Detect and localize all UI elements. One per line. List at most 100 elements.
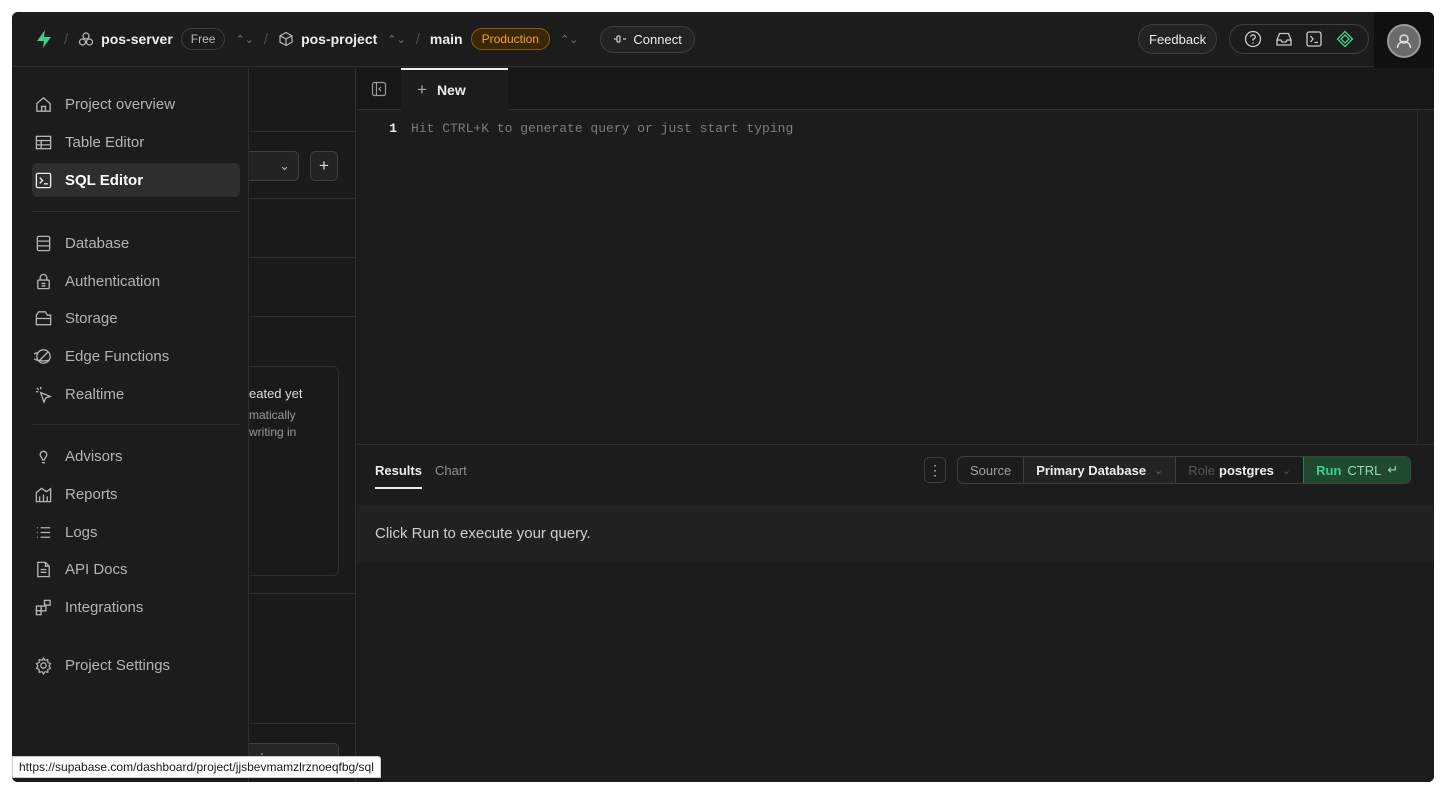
add-query-button[interactable]: +: [310, 151, 338, 181]
sidebar-item-reports[interactable]: Reports: [32, 477, 240, 511]
sidebar-item-table-editor[interactable]: Table Editor: [32, 125, 240, 159]
plus-icon: +: [417, 80, 427, 99]
run-button[interactable]: Run CTRL ↵: [1303, 457, 1411, 483]
sidebar-item-project-settings[interactable]: Project Settings: [32, 648, 240, 682]
org-chevron-icon: ⌃⌄: [235, 33, 254, 46]
editor-tab-bar: + New: [357, 68, 1434, 110]
sidebar-item-label: Edge Functions: [65, 347, 170, 365]
filter-dropdown[interactable]: ⌄: [249, 151, 299, 181]
project-name: pos-project: [301, 31, 378, 47]
sidebar-item-label: Database: [65, 234, 130, 252]
archive-icon: [35, 310, 52, 325]
run-label: Run: [1316, 462, 1342, 478]
terminal-icon[interactable]: [1305, 30, 1323, 48]
tab-chart[interactable]: Chart: [435, 463, 467, 478]
chevron-down-icon: ⌄: [1154, 464, 1164, 477]
plus-icon: +: [319, 156, 329, 175]
sidebar-item-authentication[interactable]: Authentication: [32, 264, 240, 298]
source-label: Source: [958, 457, 1025, 483]
results-panel: Results Chart ⋮ Source Primary Database …: [357, 444, 1434, 782]
database-selector[interactable]: Primary Database ⌄: [1024, 457, 1177, 483]
role-selector[interactable]: Role postgres ⌄: [1176, 457, 1303, 483]
lightbulb-icon: [39, 450, 48, 463]
tab-new-query[interactable]: + New: [401, 68, 508, 110]
home-icon: [36, 96, 51, 112]
code-line[interactable]: 1 Hit CTRL+K to generate query or just s…: [357, 118, 793, 138]
status-url: https://supabase.com/dashboard/project/j…: [12, 756, 381, 778]
sidebar-item-project-overview[interactable]: Project overview: [32, 87, 240, 121]
gear-icon: [35, 656, 52, 675]
sidebar-item-label: Storage: [65, 309, 118, 327]
org-icon: [79, 32, 94, 46]
line-number: 1: [389, 120, 397, 136]
sidebar-item-label: Advisors: [65, 447, 123, 465]
sidebar-item-realtime[interactable]: Realtime: [32, 377, 240, 411]
lock-icon: [37, 273, 50, 289]
sidebar-item-label: Project overview: [65, 95, 176, 113]
more-options-button[interactable]: ⋮: [924, 457, 946, 483]
role-value: postgres: [1219, 462, 1274, 478]
sidebar-item-integrations[interactable]: Integrations: [32, 590, 240, 624]
branch-selector[interactable]: main Production ⌃⌄: [430, 28, 579, 50]
org-selector[interactable]: pos-server Free ⌃⌄: [78, 28, 254, 50]
sidebar-item-database[interactable]: Database: [32, 226, 240, 260]
environment-badge: Production: [470, 28, 550, 50]
chevron-down-icon: ⌄: [1281, 464, 1292, 477]
supabase-logo-icon[interactable]: [34, 29, 54, 49]
feedback-label: Feedback: [1149, 31, 1207, 47]
sidebar-item-label: API Docs: [65, 560, 128, 578]
database-icon: [36, 235, 51, 251]
collapse-panel-button[interactable]: [371, 81, 387, 102]
run-toolbar: Source Primary Database ⌄ Role postgres …: [957, 456, 1412, 484]
sidebar-item-logs[interactable]: Logs: [32, 515, 240, 549]
sidebar-item-label: SQL Editor: [65, 171, 144, 189]
sidebar-item-label: Reports: [65, 485, 118, 503]
chart-icon: [35, 486, 52, 502]
empty-state-text-1: matically: [249, 408, 296, 422]
list-icon: [36, 526, 51, 538]
org-name: pos-server: [101, 31, 173, 47]
terminal-icon: [35, 172, 52, 188]
panel-left-icon: [371, 81, 387, 97]
branch-chevron-icon: ⌃⌄: [559, 33, 579, 46]
tab-label: New: [436, 82, 466, 98]
sidebar-item-label: Integrations: [65, 598, 144, 616]
cube-icon: [279, 31, 293, 47]
tab-results[interactable]: Results: [375, 463, 422, 489]
document-icon: [37, 561, 50, 577]
editor-scrollbar[interactable]: [1417, 110, 1434, 444]
sql-editor: + New 1 Hit CTRL+K to generate query or …: [357, 68, 1434, 444]
chevrons-down-icon: ⌄: [279, 158, 290, 173]
sidebar-item-edge-functions[interactable]: Edge Functions: [32, 339, 240, 373]
role-label: Role: [1188, 462, 1216, 478]
top-bar: / pos-server Free ⌃⌄ / pos-project ⌃⌄ / …: [12, 12, 1434, 70]
project-chevron-icon: ⌃⌄: [387, 33, 406, 46]
sidebar-item-sql-editor[interactable]: SQL Editor: [32, 163, 240, 197]
enter-icon: ↵: [1387, 462, 1399, 477]
blocks-icon: [35, 599, 51, 615]
inbox-icon[interactable]: [1275, 30, 1293, 48]
user-menu[interactable]: [1374, 12, 1434, 70]
project-selector[interactable]: pos-project ⌃⌄: [278, 31, 406, 47]
help-icon[interactable]: [1244, 30, 1262, 48]
sidebar-item-label: Logs: [65, 523, 98, 541]
sidebar-item-storage[interactable]: Storage: [32, 301, 240, 335]
connect-label: Connect: [633, 31, 682, 47]
assistant-icon[interactable]: [1336, 30, 1354, 48]
sidebar-item-label: Project Settings: [65, 656, 171, 674]
empty-state-title: eated yet: [249, 386, 303, 401]
globe-icon: [34, 348, 51, 364]
table-icon: [35, 135, 52, 149]
sidebar: Project overview Table Editor SQL Editor…: [12, 68, 249, 782]
sidebar-item-api-docs[interactable]: API Docs: [32, 552, 240, 586]
cursor-icon: [35, 386, 53, 404]
sidebar-item-advisors[interactable]: Advisors: [32, 439, 240, 473]
toolbar-icons: [1229, 24, 1369, 54]
database-name: Primary Database: [1036, 462, 1147, 478]
connect-button[interactable]: Connect: [600, 25, 695, 53]
run-shortcut: CTRL: [1347, 462, 1382, 478]
feedback-button[interactable]: Feedback: [1138, 24, 1218, 54]
plug-icon: [614, 35, 627, 43]
avatar: [1387, 24, 1421, 58]
app-window: / pos-server Free ⌃⌄ / pos-project ⌃⌄ / …: [12, 12, 1434, 782]
